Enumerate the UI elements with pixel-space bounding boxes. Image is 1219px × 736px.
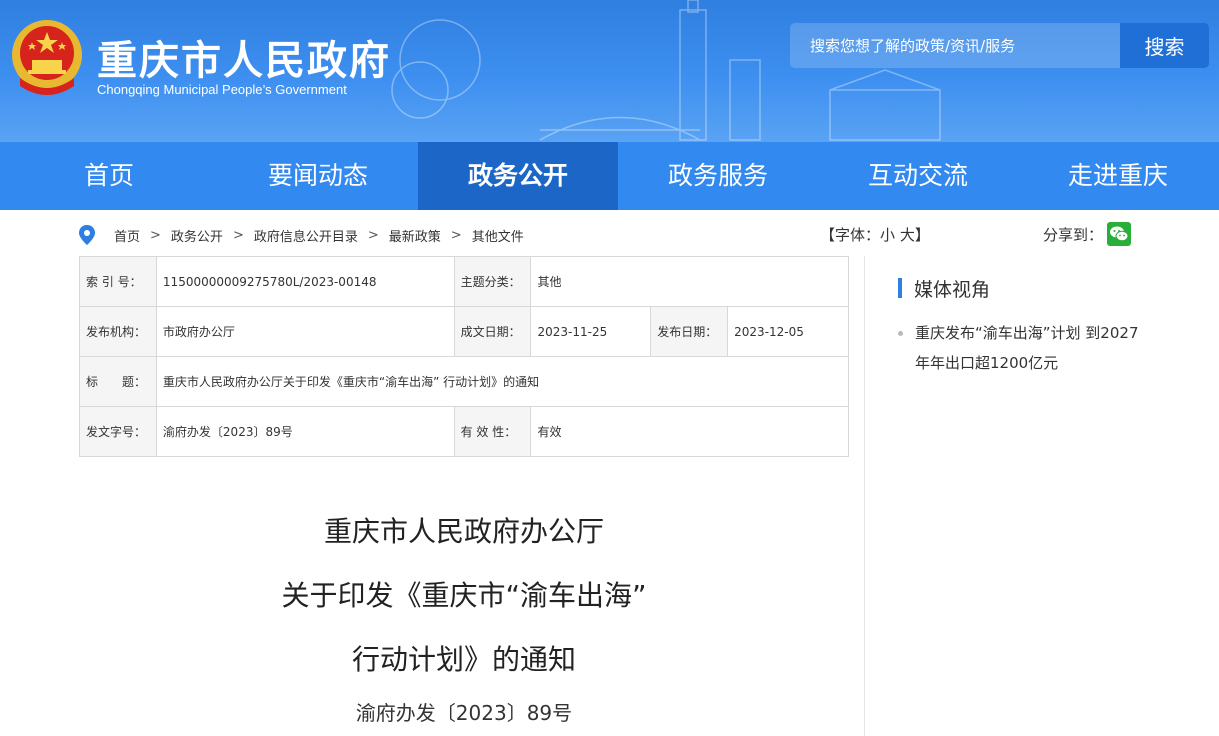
sidebar-divider — [864, 256, 865, 736]
validity-value: 有效 — [530, 406, 849, 457]
bullet-icon — [898, 331, 903, 336]
publish-date-value: 2023-12-05 — [727, 306, 849, 357]
table-row: 索 引 号： 11500000009275780L/2023-00148 主题分… — [79, 256, 849, 307]
breadcrumb-separator: > — [367, 227, 379, 243]
breadcrumb-government-affairs[interactable]: 政务公开 — [171, 226, 223, 245]
breadcrumb-info-catalog[interactable]: 政府信息公开目录 — [254, 226, 358, 245]
breadcrumb-other-documents[interactable]: 其他文件 — [472, 226, 524, 245]
document-number-key: 发文字号： — [79, 406, 157, 457]
nav-item-news[interactable]: 要闻动态 — [218, 142, 418, 210]
national-emblem-icon — [12, 20, 82, 95]
written-date-value: 2023-11-25 — [530, 306, 652, 357]
font-size-large-button[interactable]: 大 — [900, 226, 915, 244]
breadcrumb-latest-policy[interactable]: 最新政策 — [389, 226, 441, 245]
written-date-key: 成文日期： — [453, 306, 532, 357]
main-nav: 首页 要闻动态 政务公开 政务服务 互动交流 走进重庆 — [0, 142, 1219, 210]
font-size-prefix: 【字体： — [820, 226, 881, 244]
table-row: 发布机构： 市政府办公厅 成文日期： 2023-11-25 发布日期： 2023… — [79, 306, 849, 357]
breadcrumb-separator: > — [450, 227, 462, 243]
document-number: 渝府办发〔2023〕89号 — [355, 701, 573, 725]
index-number-value: 11500000009275780L/2023-00148 — [155, 256, 455, 307]
title-key: 标 题： — [79, 356, 157, 407]
topic-category-value: 其他 — [530, 256, 849, 307]
nav-item-government-affairs[interactable]: 政务公开 — [418, 142, 618, 210]
table-row: 发文字号： 渝府办发〔2023〕89号 有 效 性： 有效 — [79, 406, 849, 457]
sidebar-news-link[interactable]: 重庆发布“渝车出海”计划 到2027年年出口超1200亿元 — [898, 318, 1148, 378]
share-label: 分享到： — [1043, 225, 1104, 244]
table-row: 标 题： 重庆市人民政府办公厅关于印发《重庆市“渝车出海” 行动计划》的通知 — [79, 356, 850, 407]
font-size-suffix: 】 — [914, 226, 930, 244]
breadcrumb-home[interactable]: 首页 — [114, 226, 140, 245]
wechat-share-icon[interactable] — [1107, 222, 1132, 246]
sidebar-heading: 媒体视角 — [898, 276, 991, 301]
site-title[interactable]: 重庆市人民政府 — [97, 28, 391, 86]
sidebar-news-text[interactable]: 重庆发布“渝车出海”计划 到2027年年出口超1200亿元 — [898, 318, 1148, 378]
breadcrumb-separator: > — [232, 227, 244, 243]
document-title-line-3: 行动计划》的通知 — [351, 643, 576, 676]
publish-date-key: 发布日期： — [650, 306, 729, 357]
font-size-small-button[interactable]: 小 — [880, 226, 895, 244]
nav-item-about-chongqing[interactable]: 走进重庆 — [1018, 142, 1218, 210]
breadcrumb-separator: > — [150, 227, 161, 243]
sidebar-heading-label: 媒体视角 — [914, 278, 991, 301]
document-number-value: 渝府办发〔2023〕89号 — [155, 406, 455, 457]
document-title-line-2: 关于印发《重庆市“渝车出海” — [281, 579, 647, 612]
search-button[interactable]: 搜索 — [1120, 23, 1209, 68]
nav-item-services[interactable]: 政务服务 — [618, 142, 818, 210]
nav-item-home[interactable]: 首页 — [0, 142, 218, 210]
search-input[interactable] — [790, 23, 1120, 68]
city-skyline-illustration — [391, 0, 941, 141]
validity-key: 有 效 性： — [453, 406, 532, 457]
font-size-control: 【字体：小 大】 — [820, 224, 930, 245]
topic-category-key: 主题分类： — [453, 256, 532, 307]
breadcrumb: 首页 > 政务公开 > 政府信息公开目录 > 最新政策 > 其他文件 — [78, 224, 524, 246]
nav-item-interaction[interactable]: 互动交流 — [818, 142, 1018, 210]
index-number-key: 索 引 号： — [79, 256, 157, 307]
share-bar: 分享到： — [1043, 222, 1132, 246]
site-header: 重庆市人民政府 Chongqing Municipal People’s Gov… — [0, 0, 1219, 142]
title-value: 重庆市人民政府办公厅关于印发《重庆市“渝车出海” 行动计划》的通知 — [155, 356, 850, 407]
document-info-table: 索 引 号： 11500000009275780L/2023-00148 主题分… — [79, 256, 850, 457]
heading-accent-bar — [898, 278, 902, 298]
issuer-key: 发布机构： — [79, 306, 157, 357]
location-pin-icon — [79, 225, 95, 245]
site-subtitle: Chongqing Municipal People’s Government — [97, 82, 347, 97]
document-title-line-1: 重庆市人民政府办公厅 — [323, 515, 604, 548]
issuer-value: 市政府办公厅 — [155, 306, 455, 357]
